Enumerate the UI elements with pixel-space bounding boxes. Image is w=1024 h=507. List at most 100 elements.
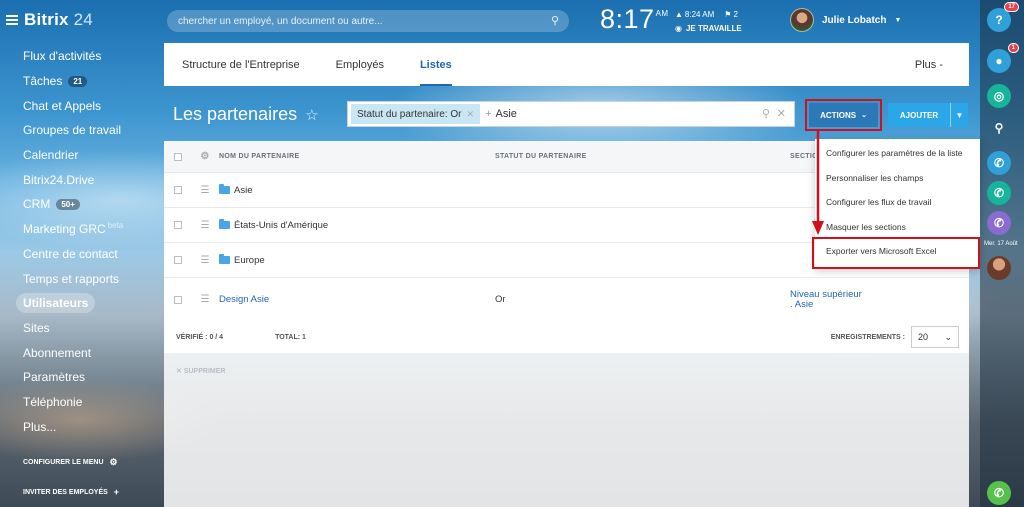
- user-name: Julie Lobatch: [822, 14, 887, 26]
- phone-icon: ✆: [993, 156, 1005, 170]
- select-all-checkbox[interactable]: [173, 152, 182, 161]
- header-partner-status[interactable]: STATUT DU PARTENAIRE: [495, 153, 790, 160]
- row-checkbox[interactable]: [173, 295, 182, 304]
- sidebar-item-users[interactable]: Utilisateurs: [0, 291, 164, 316]
- invite-employees-link[interactable]: INVITER DES EMPLOYÉS +: [0, 482, 164, 502]
- people-count: 2: [733, 10, 738, 19]
- search-icon[interactable]: ⚲: [551, 14, 559, 27]
- bell-icon: ●: [995, 54, 1003, 68]
- alarm-time: 8:24 AM: [684, 10, 715, 19]
- sidebar-item-tasks[interactable]: Tâches 21: [0, 69, 164, 94]
- tab-employees[interactable]: Employés: [318, 43, 402, 86]
- sidebar-item-marketing[interactable]: Marketing GRC beta: [0, 217, 164, 242]
- hamburger-icon[interactable]: [6, 15, 18, 25]
- table-row[interactable]: ☰ Design Asie Or Niveau supérieur. Asie: [164, 278, 969, 322]
- section-link-sub[interactable]: . Asie: [790, 299, 813, 310]
- filter-chip[interactable]: Statut du partenaire: Or ✕: [351, 104, 481, 124]
- sidebar-item-sites[interactable]: Sites: [0, 316, 164, 341]
- records-per-page-select[interactable]: 20 ⌄: [911, 326, 959, 348]
- row-checkbox[interactable]: [173, 256, 182, 264]
- left-sidebar: Bitrix 24 Flux d'activités Tâches 21 Chat…: [0, 0, 164, 507]
- sidebar-item-crm[interactable]: CRM 50+: [0, 192, 164, 217]
- menu-item-configure-workflows[interactable]: Configurer les flux de travail: [815, 190, 980, 215]
- filter-search-input[interactable]: Statut du partenaire: Or ✕ + Asie ⚲ ✕: [347, 101, 795, 127]
- configure-menu-link[interactable]: CONFIGURER LE MENU ⚙: [0, 452, 164, 472]
- highlight-box-actions: [805, 99, 882, 131]
- call-button-3[interactable]: ✆: [987, 211, 1011, 235]
- sidebar-item-contact-center[interactable]: Centre de contact: [0, 242, 164, 267]
- contact-avatar[interactable]: [987, 256, 1011, 280]
- gear-icon: ⚙: [109, 456, 118, 467]
- phone-icon: ✆: [993, 486, 1005, 500]
- folder-icon: [219, 219, 230, 229]
- gear-icon[interactable]: ⚙: [191, 151, 219, 162]
- table-footer: VÉRIFIÉ : 0 / 4 TOTAL: 1 ENREGISTREMENTS…: [164, 321, 969, 353]
- sidebar-item-telephony[interactable]: Téléphonie: [0, 390, 164, 415]
- filter-value: Asie: [495, 108, 517, 120]
- help-button[interactable]: ? 17: [987, 2, 1019, 32]
- delete-button[interactable]: ✕ SUPPRIMER: [176, 367, 225, 375]
- row-checkbox[interactable]: [173, 186, 182, 194]
- caret-down-icon[interactable]: ▼: [950, 103, 968, 127]
- chevron-down-icon: ⌄: [944, 331, 952, 342]
- row-menu-icon[interactable]: ☰: [191, 294, 219, 305]
- row-checkbox[interactable]: [173, 221, 182, 229]
- clock-time: 8:17: [600, 4, 655, 34]
- element-link[interactable]: Design Asie: [219, 294, 269, 305]
- avatar: [790, 8, 814, 32]
- star-icon[interactable]: ☆: [305, 106, 318, 124]
- red-arrow-icon: [812, 131, 824, 235]
- action-panel: ✕ SUPPRIMER: [164, 353, 969, 507]
- header-partner-name[interactable]: NOM DU PARTENAIRE: [219, 153, 495, 160]
- row-menu-icon[interactable]: ☰: [191, 220, 219, 231]
- clock-ampm: AM: [655, 9, 669, 18]
- sidebar-item-calendar[interactable]: Calendrier: [0, 143, 164, 168]
- call-button-1[interactable]: ✆: [987, 151, 1011, 175]
- page-title: Les partenaires ☆: [173, 104, 319, 124]
- tab-lists[interactable]: Listes: [402, 43, 470, 86]
- tabs-more-button[interactable]: Plus -: [897, 43, 961, 86]
- notifications-button[interactable]: ● 1: [987, 43, 1019, 73]
- add-button[interactable]: AJOUTER ▼: [888, 103, 968, 127]
- menu-item-configure-list[interactable]: Configurer les paramètres de la liste: [815, 141, 980, 166]
- work-status-label: JE TRAVAILLE: [685, 24, 742, 33]
- folder-icon: [219, 184, 230, 194]
- chevron-down-icon: ▼: [894, 16, 902, 24]
- tasks-count-badge: 21: [68, 75, 88, 87]
- work-status-panel[interactable]: ▲ 8:24 AM ⚑ 2 ◉ JE TRAVAILLE: [675, 8, 742, 36]
- clock[interactable]: 8:17 AM: [600, 4, 669, 35]
- phone-button[interactable]: ✆: [987, 481, 1011, 505]
- sidebar-item-time-reports[interactable]: Temps et rapports: [0, 266, 164, 291]
- tab-company-structure[interactable]: Structure de l'Entreprise: [164, 43, 318, 86]
- company-tabs: Structure de l'Entreprise Employés Liste…: [164, 43, 969, 86]
- clear-icon[interactable]: ✕: [777, 107, 786, 120]
- menu-item-hide-sections[interactable]: Masquer les sections: [815, 215, 980, 240]
- row-menu-icon[interactable]: ☰: [191, 185, 219, 196]
- highlight-box-export: [812, 237, 980, 269]
- search-icon: ⚲: [994, 121, 1004, 135]
- sidebar-item-workgroups[interactable]: Groupes de travail: [0, 118, 164, 143]
- sidebar-item-feed[interactable]: Flux d'activités: [0, 44, 164, 69]
- sidebar-item-chat[interactable]: Chat et Appels: [0, 93, 164, 118]
- total-count: TOTAL: 1: [275, 333, 306, 341]
- checked-count: VÉRIFIÉ : 0 / 4: [176, 333, 224, 341]
- right-toolbar: ? 17 ● 1 ◎ ⚲ ✆ ✆ ✆ Mer. 17 Août ✆: [980, 0, 1024, 507]
- row-menu-icon[interactable]: ☰: [191, 255, 219, 266]
- sidebar-item-settings[interactable]: Paramètres: [0, 365, 164, 390]
- beta-label: beta: [107, 220, 124, 230]
- people-icon: ⚑: [724, 10, 732, 19]
- sidebar-item-more[interactable]: Plus...: [0, 414, 164, 439]
- close-icon[interactable]: ✕: [467, 109, 475, 120]
- brand-logo[interactable]: Bitrix 24: [6, 10, 93, 30]
- menu-item-customize-fields[interactable]: Personnaliser les champs: [815, 166, 980, 191]
- call-button-2[interactable]: ✆: [987, 181, 1011, 205]
- user-menu[interactable]: Julie Lobatch ▼: [790, 8, 901, 32]
- chat-button[interactable]: ◎: [987, 84, 1011, 108]
- global-search-input[interactable]: chercher un employé, un document ou autr…: [167, 10, 569, 32]
- dash-icon: -: [939, 58, 943, 71]
- sidebar-item-drive[interactable]: Bitrix24.Drive: [0, 167, 164, 192]
- sidebar-item-subscription[interactable]: Abonnement: [0, 340, 164, 365]
- search-button[interactable]: ⚲: [987, 116, 1011, 140]
- brand-name: Bitrix: [24, 10, 69, 29]
- search-icon[interactable]: ⚲: [762, 107, 770, 120]
